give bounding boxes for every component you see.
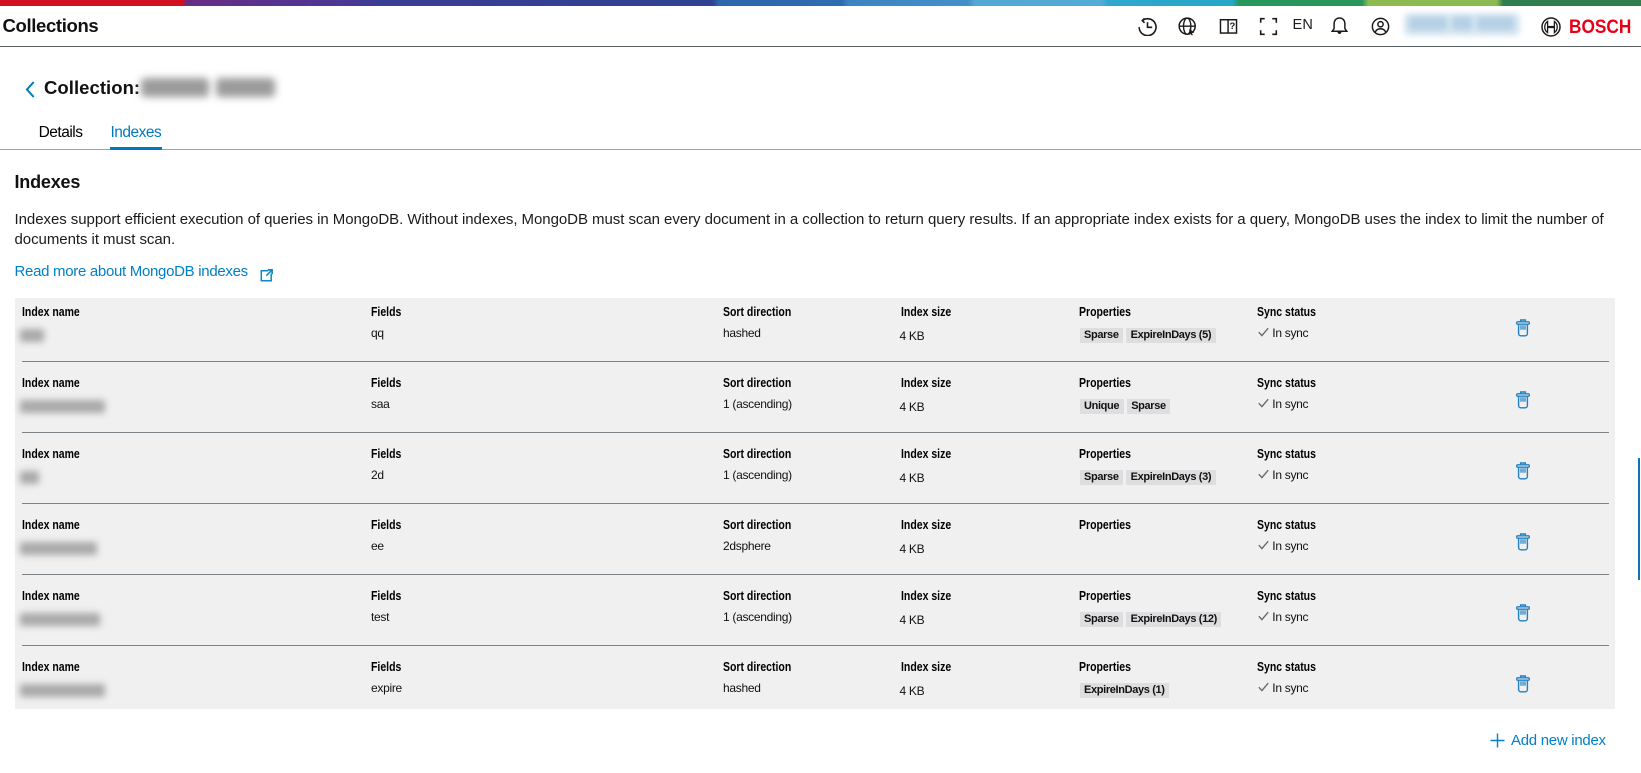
svg-text:?: ?: [1229, 21, 1235, 32]
